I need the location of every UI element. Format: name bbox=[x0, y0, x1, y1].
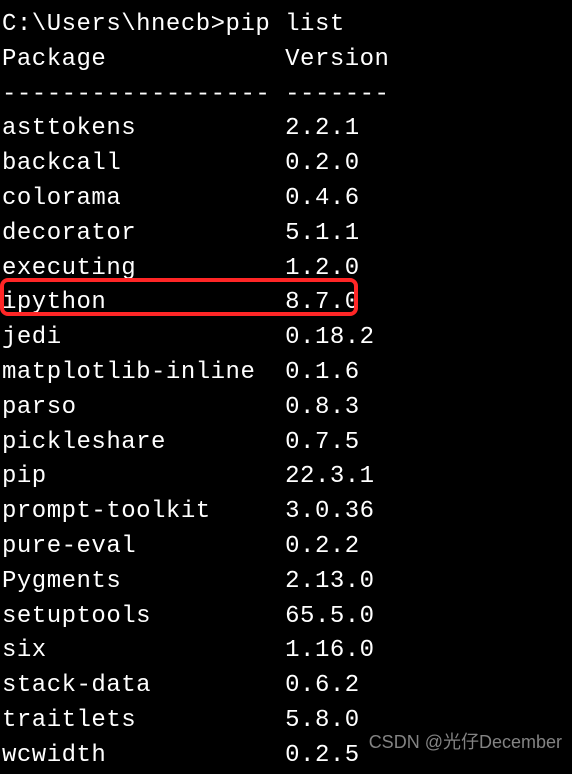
table-separator: ------------------ ------- bbox=[2, 78, 572, 113]
prompt-path: C:\Users\hnecb> bbox=[2, 11, 226, 38]
table-row: backcall 0.2.0 bbox=[2, 147, 572, 182]
table-row: six 1.16.0 bbox=[2, 634, 572, 669]
table-row: setuptools 65.5.0 bbox=[2, 600, 572, 635]
command-prompt-line: C:\Users\hnecb>pip list bbox=[2, 8, 572, 43]
table-row: matplotlib-inline 0.1.6 bbox=[2, 356, 572, 391]
table-row: executing 1.2.0 bbox=[2, 252, 572, 287]
table-row: Pygments 2.13.0 bbox=[2, 565, 572, 600]
table-row: jedi 0.18.2 bbox=[2, 321, 572, 356]
table-row: pure-eval 0.2.2 bbox=[2, 530, 572, 565]
watermark-text: CSDN @光仔December bbox=[369, 729, 562, 755]
command-text: pip list bbox=[226, 11, 345, 38]
table-row: prompt-toolkit 3.0.36 bbox=[2, 495, 572, 530]
table-row: decorator 5.1.1 bbox=[2, 217, 572, 252]
table-header: Package Version bbox=[2, 43, 572, 78]
table-row: asttokens 2.2.1 bbox=[2, 112, 572, 147]
table-row: pip 22.3.1 bbox=[2, 460, 572, 495]
table-row: ipython 8.7.0 bbox=[2, 286, 572, 321]
package-list: asttokens 2.2.1backcall 0.2.0colorama 0.… bbox=[2, 112, 572, 773]
table-row: pickleshare 0.7.5 bbox=[2, 426, 572, 461]
table-row: parso 0.8.3 bbox=[2, 391, 572, 426]
table-row: stack-data 0.6.2 bbox=[2, 669, 572, 704]
table-row: colorama 0.4.6 bbox=[2, 182, 572, 217]
